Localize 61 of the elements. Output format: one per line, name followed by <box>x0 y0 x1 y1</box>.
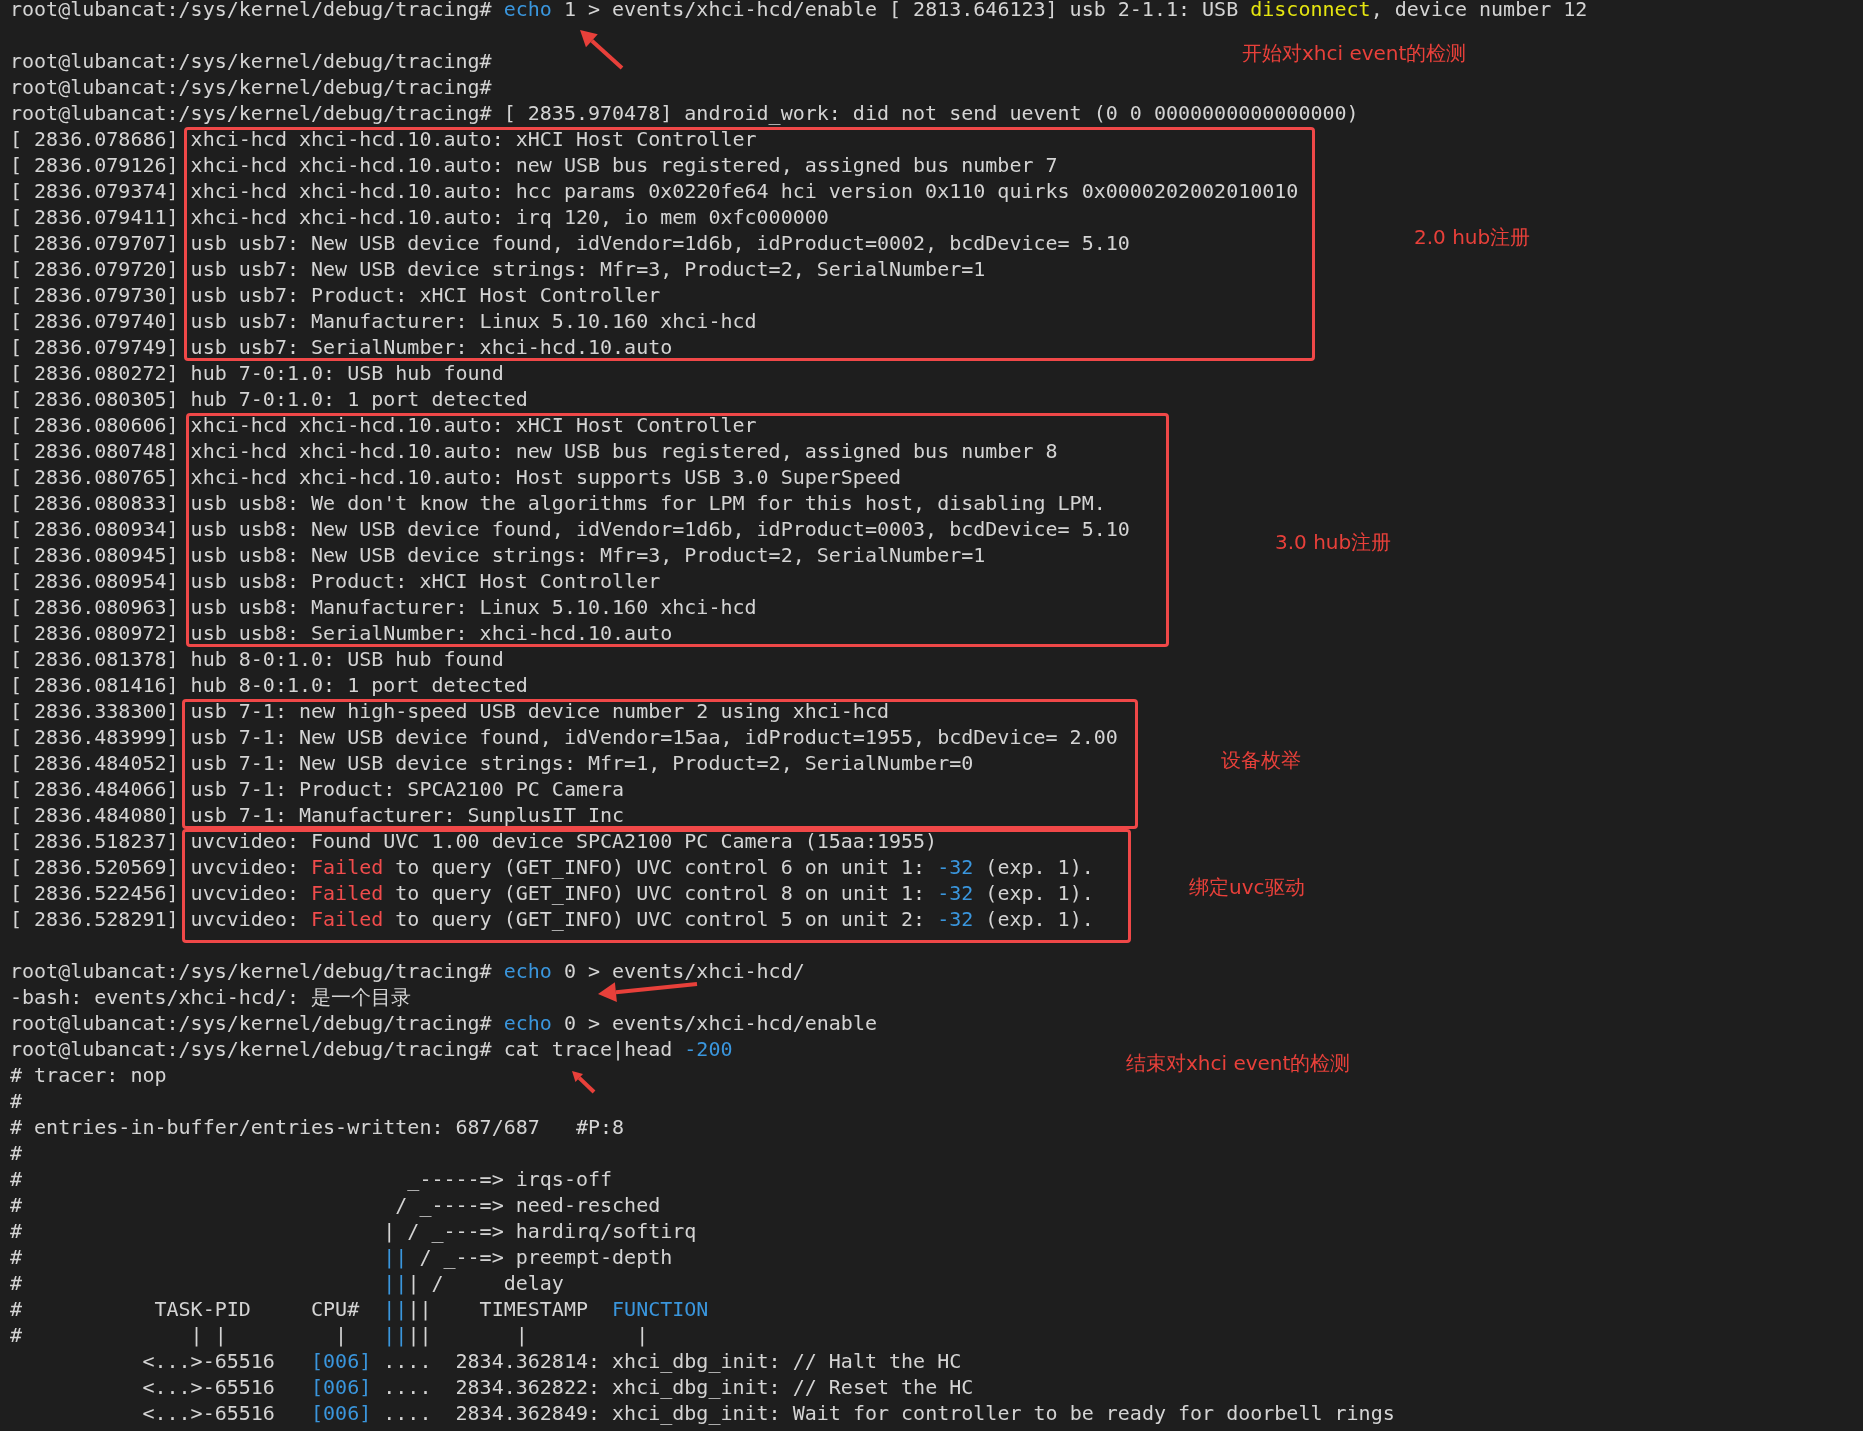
annotation-label: 结束对xhci event的检测 <box>1126 1051 1351 1075</box>
terminal-line: <...>-65516 [006] .... 2834.362822: xhci_dbg_init: // Reset the HC <box>141 1374 974 1400</box>
terminal-line: [ 2836.080748] xhci-hcd xhci-hcd.10.auto: new USB bus registered, assigned bus number 8 <box>10 438 1058 464</box>
terminal-line: <...>-65516 [006] .... 2834.362849: xhci_dbg_init: Wait for controller to be ready for doorbell rings <box>141 1400 1395 1426</box>
terminal-line: <...>-65516 [006] .... 2834.362814: xhci_dbg_init: // Halt the HC <box>141 1348 962 1374</box>
terminal-line: [ 2836.518237] uvcvideo: Found UVC 1.00 device SPCA2100 PC Camera (15aa:1955) <box>10 828 938 854</box>
terminal-line: # <box>10 1088 23 1114</box>
annotation-label: 开始对xhci event的检测 <box>1242 41 1467 65</box>
terminal-line: [ 2836.079749] usb usb7: SerialNumber: xhci-hcd.10.auto <box>10 334 673 360</box>
terminal-line: [ 2836.484066] usb 7-1: Product: SPCA2100 PC Camera <box>10 776 625 802</box>
terminal-line: [ 2836.078686] xhci-hcd xhci-hcd.10.auto: xHCI Host Controller <box>10 126 757 152</box>
terminal-line: root@lubancat:/sys/kernel/debug/tracing# <box>10 48 492 74</box>
annotation-arrow <box>580 30 624 70</box>
terminal-line: [ 2836.080934] usb usb8: New USB device found, idVendor=1d6b, idProduct=0003, bcdDevice= 5.10 <box>10 516 1130 542</box>
terminal-line: [ 2836.338300] usb 7-1: new high-speed USB device number 2 using xhci-hcd <box>10 698 889 724</box>
terminal-line: [ 2836.080606] xhci-hcd xhci-hcd.10.auto: xHCI Host Controller <box>10 412 757 438</box>
terminal-line: [ 2836.522456] uvcvideo: Failed to query (GET_INFO) UVC control 8 on unit 1: -32 (exp. 1). <box>10 880 1094 906</box>
terminal-line: [ 2836.483999] usb 7-1: New USB device found, idVendor=15aa, idProduct=1955, bcdDevice= 2.00 <box>10 724 1118 750</box>
terminal-line: # <box>10 1140 23 1166</box>
terminal-line: root@lubancat:/sys/kernel/debug/tracing# cat trace|head -200 <box>10 1036 733 1062</box>
terminal-line: [ 2836.079374] xhci-hcd xhci-hcd.10.auto: hcc params 0x0220fe64 hci version 0x110 quirks 0x0000202002010010 <box>10 178 1299 204</box>
terminal-line: [ 2836.080305] hub 7-0:1.0: 1 port detected <box>10 386 528 412</box>
terminal-line: [ 2836.081416] hub 8-0:1.0: 1 port detected <box>10 672 528 698</box>
terminal-line: [ 2836.079740] usb usb7: Manufacturer: Linux 5.10.160 xhci-hcd <box>10 308 757 334</box>
terminal-line: # || / _--=> preempt-depth <box>10 1244 673 1270</box>
terminal-line: [ 2836.080272] hub 7-0:1.0: USB hub found <box>10 360 504 386</box>
terminal-line: [ 2836.484052] usb 7-1: New USB device strings: Mfr=1, Product=2, SerialNumber=0 <box>10 750 974 776</box>
terminal-line: [ 2836.079707] usb usb7: New USB device found, idVendor=1d6b, idProduct=0002, bcdDevice= 5.10 <box>10 230 1130 256</box>
terminal-line: # | | | |||| | | <box>10 1322 649 1348</box>
terminal-line: # entries-in-buffer/entries-written: 687/687 #P:8 <box>10 1114 625 1140</box>
terminal-line: root@lubancat:/sys/kernel/debug/tracing# echo 0 > events/xhci-hcd/enable <box>10 1010 877 1036</box>
terminal-line: [ 2836.079126] xhci-hcd xhci-hcd.10.auto: new USB bus registered, assigned bus number 7 <box>10 152 1058 178</box>
annotation-label: 2.0 hub注册 <box>1414 225 1531 249</box>
terminal-line: # | / _---=> hardirq/softirq <box>10 1218 697 1244</box>
terminal-line: [ 2836.079411] xhci-hcd xhci-hcd.10.auto: irq 120, io mem 0xfc000000 <box>10 204 829 230</box>
terminal-line: [ 2836.080945] usb usb8: New USB device strings: Mfr=3, Product=2, SerialNumber=1 <box>10 542 986 568</box>
terminal-line: # _-----=> irqs-off <box>10 1166 613 1192</box>
terminal-line: [ 2836.079730] usb usb7: Product: xHCI Host Controller <box>10 282 661 308</box>
annotation-label: 3.0 hub注册 <box>1275 530 1392 554</box>
terminal-line: [ 2836.080963] usb usb8: Manufacturer: Linux 5.10.160 xhci-hcd <box>10 594 757 620</box>
annotation-label: 设备枚举 <box>1221 748 1301 772</box>
terminal-line: root@lubancat:/sys/kernel/debug/tracing# echo 0 > events/xhci-hcd/ <box>10 958 805 984</box>
terminal-line: # ||| / delay <box>10 1270 564 1296</box>
terminal-line: root@lubancat:/sys/kernel/debug/tracing# [ 2835.970478] android_work: did not send uevent (0 0 0000000000000000) <box>10 100 1359 126</box>
terminal-line: root@lubancat:/sys/kernel/debug/tracing# echo 1 > events/xhci-hcd/enable [ 2813.646123] usb 2-1.1: USB disconnect, device number 12 <box>10 0 1588 22</box>
terminal-line: [ 2836.081378] hub 8-0:1.0: USB hub found <box>10 646 504 672</box>
terminal-line: # / _----=> need-resched <box>10 1192 661 1218</box>
terminal-line: root@lubancat:/sys/kernel/debug/tracing# <box>10 74 492 100</box>
terminal-line: [ 2836.080972] usb usb8: SerialNumber: xhci-hcd.10.auto <box>10 620 673 646</box>
terminal-line: # tracer: nop <box>10 1062 167 1088</box>
terminal-line: -bash: events/xhci-hcd/: 是一个目录 <box>10 984 412 1010</box>
terminal-line: [ 2836.080954] usb usb8: Product: xHCI Host Controller <box>10 568 661 594</box>
terminal-line: [ 2836.520569] uvcvideo: Failed to query (GET_INFO) UVC control 6 on unit 1: -32 (exp. 1). <box>10 854 1094 880</box>
annotation-arrow <box>572 1071 596 1094</box>
terminal-line: [ 2836.484080] usb 7-1: Manufacturer: SunplusIT Inc <box>10 802 625 828</box>
terminal-line: [ 2836.080833] usb usb8: We don't know the algorithms for LPM for this host, disabling LPM. <box>10 490 1106 516</box>
terminal-line: [ 2836.080765] xhci-hcd xhci-hcd.10.auto: Host supports USB 3.0 SuperSpeed <box>10 464 902 490</box>
terminal-line: # TASK-PID CPU# |||| TIMESTAMP FUNCTION <box>10 1296 709 1322</box>
annotation-label: 绑定uvc驱动 <box>1189 875 1305 899</box>
terminal-line: [ 2836.079720] usb usb7: New USB device strings: Mfr=3, Product=2, SerialNumber=1 <box>10 256 986 282</box>
terminal-line: [ 2836.528291] uvcvideo: Failed to query (GET_INFO) UVC control 5 on unit 2: -32 (exp. 1). <box>10 906 1094 932</box>
